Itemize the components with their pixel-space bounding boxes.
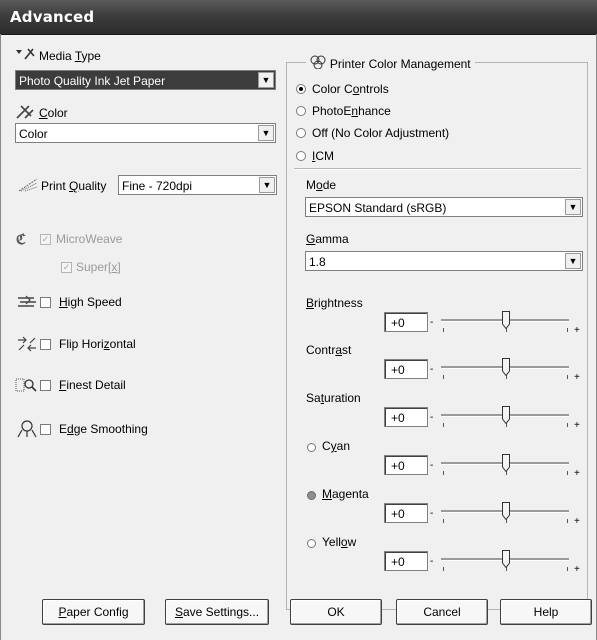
super-checkbox[interactable]: ✓ bbox=[61, 262, 72, 273]
cancel-button[interactable]: Cancel bbox=[396, 599, 488, 625]
help-button[interactable]: Help bbox=[500, 599, 592, 625]
slider-value-saturation[interactable]: +0 bbox=[384, 407, 428, 427]
plus-sign: + bbox=[574, 420, 580, 431]
chevron-down-icon: ▼ bbox=[258, 72, 274, 88]
slider-value-cyan[interactable]: +0 bbox=[384, 455, 428, 475]
gamma-select[interactable]: 1.8 ▼ bbox=[305, 251, 583, 271]
slider-value-yellow[interactable]: +0 bbox=[384, 551, 428, 571]
minus-sign: - bbox=[430, 364, 434, 375]
pcm-group-title: Printer Color Management bbox=[306, 54, 475, 71]
title-bar[interactable]: Advanced bbox=[0, 0, 597, 35]
color-management-icon bbox=[310, 55, 330, 72]
chevron-down-icon: ▼ bbox=[258, 125, 274, 141]
slider-tick bbox=[443, 328, 444, 332]
plus-sign: + bbox=[574, 468, 580, 479]
slider-thumb[interactable] bbox=[502, 454, 510, 473]
slider-thumb[interactable] bbox=[502, 406, 510, 425]
flip-horizontal-checkbox[interactable] bbox=[40, 339, 51, 350]
slider-label-saturation: Saturation bbox=[306, 391, 361, 405]
separator bbox=[294, 168, 581, 170]
slider-tick bbox=[443, 519, 444, 523]
plus-sign: + bbox=[574, 325, 580, 336]
slider-label-cyan: Cyan bbox=[322, 439, 351, 453]
color-controls-label: Color Controls bbox=[312, 82, 389, 96]
microweave-icon: ℭ bbox=[16, 231, 26, 247]
slider-tick bbox=[443, 375, 444, 379]
slider-tick bbox=[443, 567, 444, 571]
high-speed-label: High Speed bbox=[59, 295, 122, 309]
color-label: Color bbox=[39, 106, 68, 120]
slider-tick bbox=[567, 423, 568, 427]
radio-icm[interactable] bbox=[296, 151, 306, 161]
finest-detail-checkbox[interactable] bbox=[40, 380, 51, 391]
minus-sign: - bbox=[430, 412, 434, 423]
microweave-label: MicroWeave bbox=[56, 232, 123, 246]
slider-tick bbox=[567, 519, 568, 523]
off-no-color-adjustment-label: Off (No Color Adjustment) bbox=[312, 126, 450, 140]
plus-sign: + bbox=[574, 372, 580, 383]
slider-tick bbox=[567, 471, 568, 475]
photoenhance-label: PhotoEnhance bbox=[312, 104, 391, 118]
minus-sign: - bbox=[430, 317, 434, 328]
chevron-down-icon: ▼ bbox=[259, 177, 275, 193]
mode-label: Mode bbox=[306, 178, 337, 192]
edge-smoothing-label: Edge Smoothing bbox=[59, 422, 148, 436]
print-quality-label: Print Quality bbox=[41, 179, 107, 193]
plus-sign: + bbox=[574, 516, 580, 527]
color-icon bbox=[15, 104, 37, 122]
window-title: Advanced bbox=[10, 8, 95, 26]
radio-photoenhance[interactable] bbox=[296, 106, 306, 116]
microweave-checkbox[interactable]: ✓ bbox=[40, 234, 51, 245]
high-speed-icon bbox=[16, 294, 38, 310]
color-swatch-dot bbox=[307, 491, 316, 500]
slider-value-brightness[interactable]: +0 bbox=[384, 312, 428, 332]
radio-color-controls[interactable] bbox=[296, 84, 306, 94]
slider-thumb[interactable] bbox=[502, 550, 510, 569]
super-label: Super[x] bbox=[76, 260, 121, 274]
edge-smoothing-icon bbox=[16, 420, 38, 440]
plus-sign: + bbox=[574, 564, 580, 575]
slider-value-magenta[interactable]: +0 bbox=[384, 503, 428, 523]
slider-tick bbox=[567, 567, 568, 571]
icm-label: ICM bbox=[312, 149, 335, 163]
minus-sign: - bbox=[430, 508, 434, 519]
slider-label-contrast: Contrast bbox=[306, 343, 352, 357]
minus-sign: - bbox=[430, 556, 434, 567]
printer-color-management-group bbox=[286, 62, 588, 610]
media-type-icon bbox=[15, 47, 37, 65]
chevron-down-icon: ▼ bbox=[565, 253, 581, 269]
media-type-select[interactable]: Photo Quality Ink Jet Paper ▼ bbox=[15, 70, 276, 90]
radio-off-no-color-adjustment[interactable] bbox=[296, 128, 306, 138]
print-quality-select[interactable]: Fine - 720dpi ▼ bbox=[118, 175, 277, 195]
gamma-label: Gamma bbox=[306, 232, 349, 246]
slider-thumb[interactable] bbox=[502, 502, 510, 521]
edge-smoothing-checkbox[interactable] bbox=[40, 424, 51, 435]
chevron-down-icon: ▼ bbox=[565, 199, 581, 215]
finest-detail-label: Finest Detail bbox=[59, 378, 126, 392]
high-speed-checkbox[interactable] bbox=[40, 297, 51, 308]
slider-value-contrast[interactable]: +0 bbox=[384, 359, 428, 379]
print-quality-icon bbox=[17, 177, 39, 195]
slider-label-magenta: Magenta bbox=[322, 487, 369, 501]
color-select[interactable]: Color ▼ bbox=[15, 123, 276, 143]
slider-tick bbox=[443, 471, 444, 475]
color-swatch-dot bbox=[307, 443, 316, 452]
slider-tick bbox=[443, 423, 444, 427]
slider-thumb[interactable] bbox=[502, 311, 510, 330]
paper-config-button[interactable]: Paper Config bbox=[42, 599, 145, 625]
finest-detail-icon bbox=[15, 377, 37, 395]
color-swatch-dot bbox=[307, 539, 316, 548]
flip-horizontal-label: Flip Horizontal bbox=[59, 337, 136, 351]
slider-label-brightness: Brightness bbox=[306, 296, 363, 310]
mode-select[interactable]: EPSON Standard (sRGB) ▼ bbox=[305, 197, 583, 217]
slider-label-yellow: Yellow bbox=[322, 535, 357, 549]
flip-horizontal-icon bbox=[16, 336, 38, 354]
slider-tick bbox=[567, 328, 568, 332]
slider-thumb[interactable] bbox=[502, 358, 510, 377]
media-type-label: Media Type bbox=[39, 49, 101, 63]
ok-button[interactable]: OK bbox=[290, 599, 382, 625]
minus-sign: - bbox=[430, 460, 434, 471]
save-settings-button[interactable]: Save Settings... bbox=[165, 599, 269, 625]
slider-tick bbox=[567, 375, 568, 379]
